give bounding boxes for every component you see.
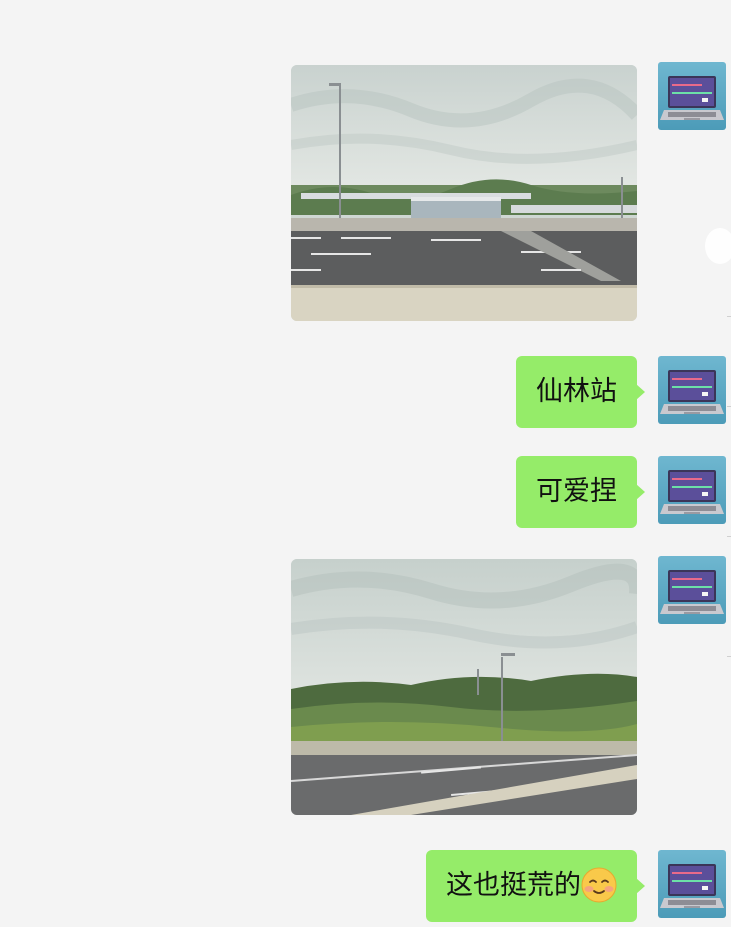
avatar[interactable] xyxy=(658,556,726,624)
avatar[interactable] xyxy=(658,356,726,424)
avatar[interactable] xyxy=(658,456,726,524)
text-bubble[interactable]: 可爱捏 xyxy=(516,456,645,528)
text-bubble[interactable]: 这也挺荒的 xyxy=(426,850,645,922)
text-bubble[interactable]: 仙林站 xyxy=(516,356,645,428)
avatar[interactable] xyxy=(658,62,726,130)
photo-message-hills[interactable] xyxy=(291,559,637,815)
smiling-face-icon xyxy=(581,867,617,902)
divider xyxy=(727,406,731,407)
partial-offscreen-element xyxy=(705,228,731,264)
divider xyxy=(727,656,731,657)
photo-message-station[interactable] xyxy=(291,65,637,321)
divider xyxy=(727,536,731,537)
divider xyxy=(727,316,731,317)
avatar[interactable] xyxy=(658,850,726,918)
bubble-text: 这也挺荒的 xyxy=(446,870,581,901)
